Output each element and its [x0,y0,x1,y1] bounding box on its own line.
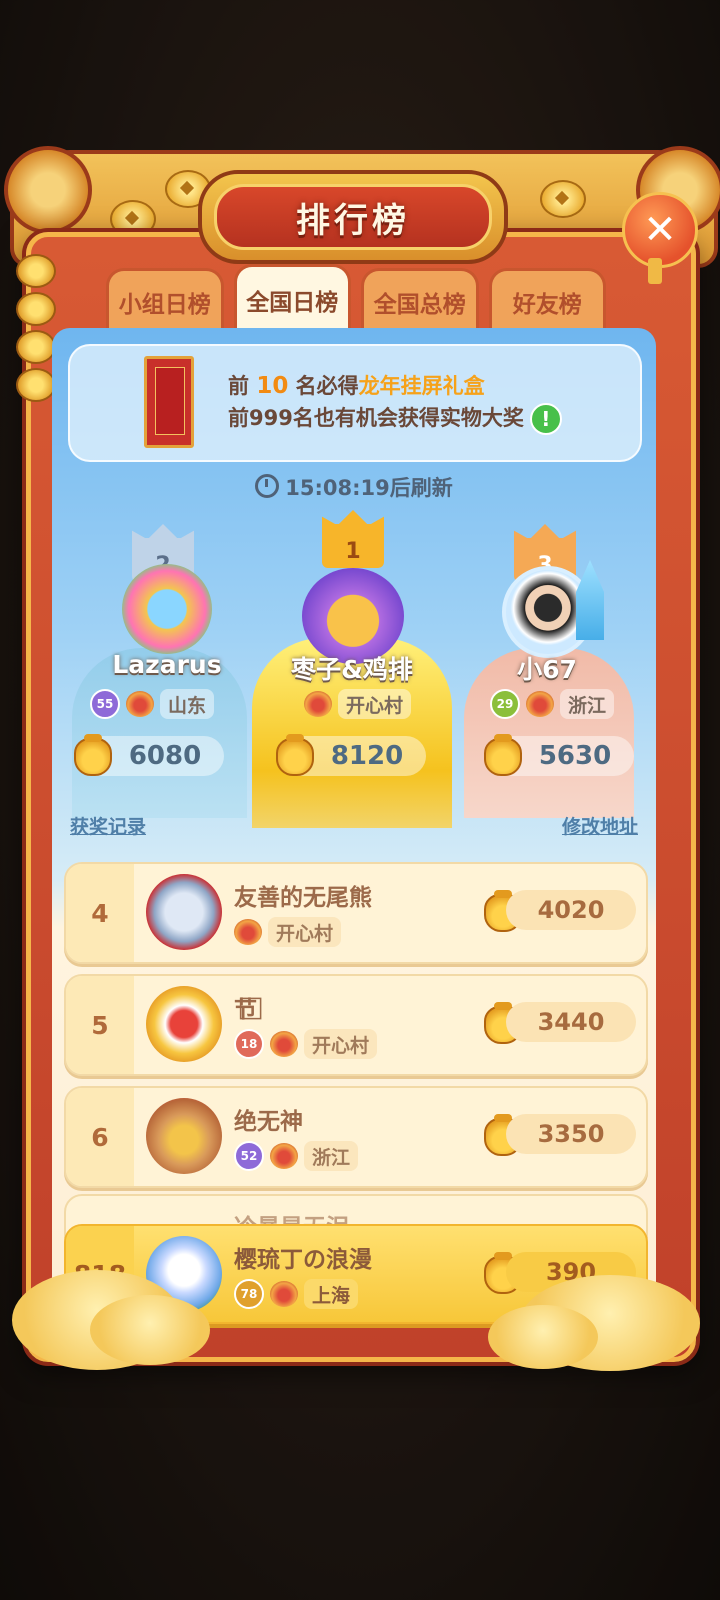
lion-icon [304,691,332,717]
region-label: 浙江 [560,689,615,719]
crown-icon: 1 [322,524,384,568]
player-name: 友善的无尾熊 [234,885,372,911]
podium-name-1: 枣子&鸡排 [291,655,413,684]
rank-number: 5 [66,976,134,1074]
prize-scroll-icon [144,356,194,448]
podium-name-3: 小67 [517,655,577,684]
cloud-decoration [488,1305,598,1369]
lion-icon [526,691,554,717]
leaderboard-content: 前 10 名必得龙年挂屏礼盒 前999名也有机会获得实物大奖! 15:08:19… [52,328,656,1328]
player-tags: 开心村 [234,914,342,950]
player-tags: 78 上海 [234,1276,359,1312]
rank-number: 4 [66,864,134,962]
podium-tags-2: 55 山东 [90,686,215,722]
avatar[interactable] [146,1098,222,1174]
level-badge: 55 [90,689,120,719]
award-history-link[interactable]: 获奖记录 [70,812,146,839]
score: 3350 [506,1114,636,1154]
cloud-decoration [90,1295,210,1365]
lion-icon [126,691,154,717]
tab-national-daily[interactable]: 全国日榜 [233,264,351,333]
lion-icon [234,919,262,945]
lion-icon [270,1281,298,1307]
score: 4020 [506,890,636,930]
refresh-timer: 15:08:19后刷新 [52,472,656,502]
bag-icon [276,734,314,776]
lantern-tassel [648,258,662,284]
avatar[interactable] [146,986,222,1062]
bag-icon [74,734,112,776]
bag-icon [484,734,522,776]
edit-address-link[interactable]: 修改地址 [562,812,638,839]
region-label: 浙江 [304,1141,359,1171]
coin-icon [540,180,586,218]
level-badge: 52 [234,1141,264,1171]
score: 3440 [506,1002,636,1042]
region-label: 上海 [304,1279,359,1309]
podium-tags-1: 开心村 [304,686,412,722]
table-row[interactable]: 4 友善的无尾熊 开心村 4020 [64,862,648,964]
roof-ornament-left [4,146,92,234]
podium-name-2: Lazarus [112,650,222,679]
tab-friends[interactable]: 好友榜 [488,268,606,333]
player-name: 节 ⃞ [234,997,263,1023]
player-tags: 52 浙江 [234,1138,359,1174]
castle-frame-decoration [576,560,604,640]
title-plate: 排行榜 [198,170,508,264]
avatar[interactable] [122,564,212,654]
info-icon[interactable]: ! [529,403,562,435]
lion-icon [270,1031,298,1057]
tab-group-daily[interactable]: 小组日榜 [106,268,224,333]
player-tags: 18 开心村 [234,1026,378,1062]
tab-bar: 小组日榜 全国日榜 全国总榜 好友榜 [106,264,606,333]
level-badge: 78 [234,1279,264,1309]
region-label: 山东 [160,689,215,719]
page-title: 排行榜 [296,200,410,241]
region-label: 开心村 [268,917,342,947]
podium-tags-3: 29 浙江 [490,686,615,722]
table-row[interactable]: 5 节 ⃞ 18 开心村 3440 [64,974,648,1076]
banner-line-1: 前 10 名必得龙年挂屏礼盒 [228,373,485,399]
close-button[interactable]: ✕ [622,192,698,268]
player-name: 绝无神 [234,1109,303,1135]
tab-national-total[interactable]: 全国总榜 [361,268,479,333]
clock-icon [255,474,280,498]
region-label: 开心村 [338,689,412,719]
player-name: 樱琉丁の浪漫 [234,1247,372,1273]
close-icon: ✕ [643,207,677,253]
rank-number: 6 [66,1088,134,1186]
lion-icon [270,1143,298,1169]
table-row[interactable]: 6 绝无神 52 浙江 3350 [64,1086,648,1188]
avatar[interactable] [146,874,222,950]
banner-line-2: 前999名也有机会获得实物大奖! [228,402,562,435]
region-label: 开心村 [304,1029,378,1059]
level-badge: 18 [234,1029,264,1059]
level-badge: 29 [490,689,520,719]
